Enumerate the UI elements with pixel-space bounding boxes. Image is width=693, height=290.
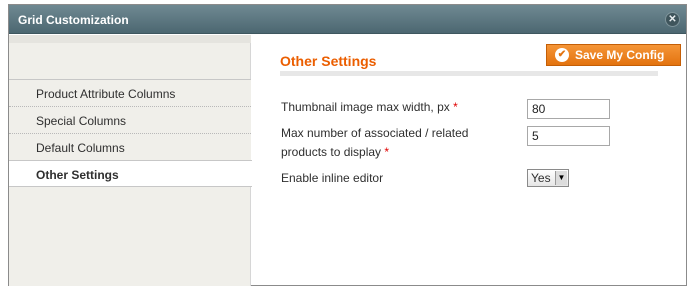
required-mark: * [384,145,390,159]
sidebar-item-special-columns[interactable]: Special Columns [9,106,251,133]
grid-customization-dialog: Grid Customization ✕ Product Attribute C… [8,4,687,286]
sidebar-item-default-columns[interactable]: Default Columns [9,133,251,160]
thumbnail-width-input[interactable] [527,99,610,119]
save-button-label: Save My Config [575,48,665,62]
inline-editor-value: Yes [531,171,551,185]
check-icon: ✔ [555,48,569,62]
thumbnail-width-label: Thumbnail image max width, px * [281,100,458,114]
settings-panel: Other Settings ✔ Save My Config Thumbnai… [252,35,687,286]
section-title: Other Settings [280,53,377,69]
sidebar-top-strip [9,35,251,43]
section-divider [280,71,658,76]
save-my-config-button[interactable]: ✔ Save My Config [546,44,681,66]
max-associated-label: Max number of associated / related produ… [281,126,469,159]
inline-editor-select[interactable]: Yes ▼ [527,169,569,187]
close-icon[interactable]: ✕ [665,12,680,27]
required-mark: * [453,100,458,114]
chevron-down-icon: ▼ [555,171,567,185]
dialog-titlebar: Grid Customization ✕ [9,5,686,34]
sidebar-item-product-attribute-columns[interactable]: Product Attribute Columns [9,79,251,106]
sidebar-nav: Product Attribute Columns Special Column… [9,79,252,187]
sidebar: Product Attribute Columns Special Column… [9,35,252,286]
dialog-title: Grid Customization [18,13,129,27]
max-associated-input[interactable] [527,126,610,146]
inline-editor-label: Enable inline editor [281,171,384,185]
sidebar-item-other-settings[interactable]: Other Settings [9,160,252,187]
